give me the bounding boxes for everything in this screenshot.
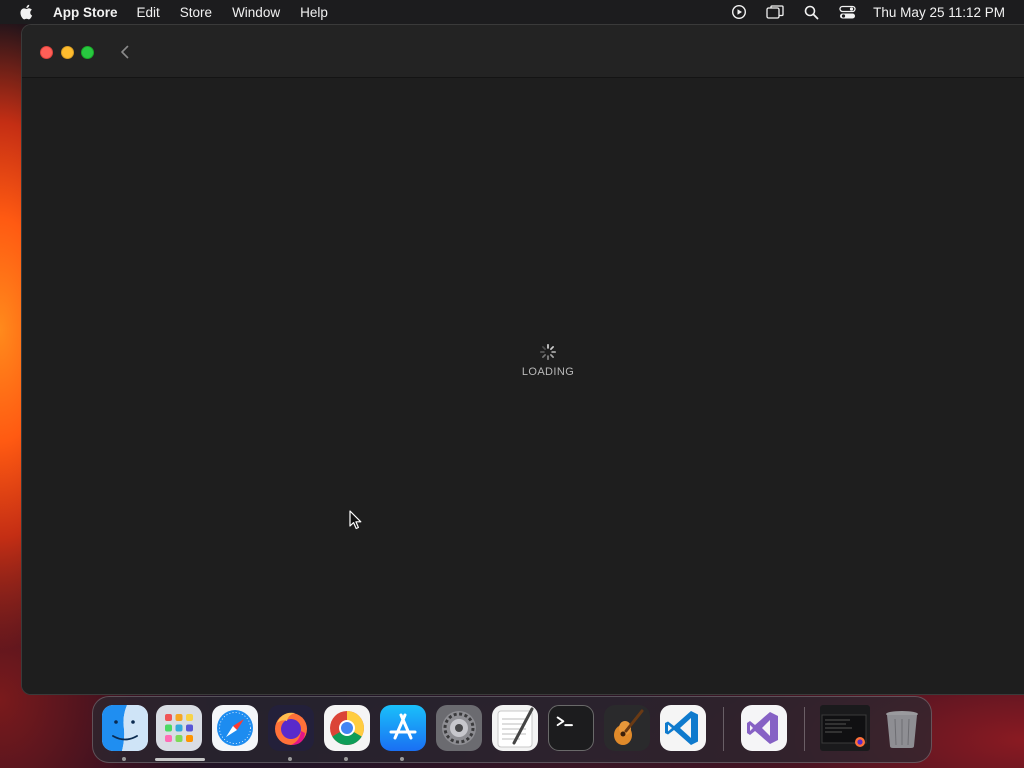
textedit-icon <box>497 707 534 748</box>
garageband-icon <box>614 709 644 745</box>
dock-item-launchpad[interactable] <box>156 705 202 751</box>
chevron-left-icon <box>121 45 129 59</box>
menu-window[interactable]: Window <box>232 5 280 20</box>
dock-separator <box>723 707 724 751</box>
dock-item-textedit[interactable] <box>492 705 538 751</box>
mouse-cursor-icon <box>349 510 362 530</box>
dock-item-app-store[interactable] <box>380 705 426 751</box>
menu-edit[interactable]: Edit <box>137 5 160 20</box>
loading-label: LOADING <box>521 366 575 378</box>
screen-record-icon[interactable] <box>730 4 748 20</box>
vscode-icon <box>665 711 698 745</box>
spotlight-search-icon[interactable] <box>802 4 820 20</box>
apple-icon[interactable] <box>18 3 36 21</box>
window-content: LOADING <box>22 78 1024 694</box>
running-indicator <box>288 757 292 761</box>
dock-item-chrome[interactable] <box>324 705 370 751</box>
safari-icon <box>217 710 253 746</box>
trash-icon <box>886 711 918 748</box>
dock-separator <box>804 707 805 751</box>
launching-indicator <box>155 758 205 761</box>
minimized-window-thumbnail-icon <box>821 714 867 747</box>
dock-item-firefox[interactable] <box>268 705 314 751</box>
finder-icon <box>102 705 148 751</box>
running-indicator <box>122 757 126 761</box>
window-titlebar[interactable] <box>22 25 1024 78</box>
launchpad-icon <box>165 714 193 742</box>
menu-bar: App Store Edit Store Window Help Thu May… <box>0 0 1024 24</box>
dock-item-vscode[interactable] <box>660 705 706 751</box>
visual-studio-icon <box>747 712 778 744</box>
menu-app-name[interactable]: App Store <box>53 5 118 20</box>
running-indicator <box>344 757 348 761</box>
screen-mirroring-icon[interactable] <box>766 4 784 20</box>
system-settings-icon <box>442 711 476 745</box>
terminal-icon <box>556 716 573 727</box>
back-button[interactable] <box>117 43 133 61</box>
menu-clock[interactable]: Thu May 25 11:12 PM <box>873 5 1005 20</box>
app-store-icon <box>389 713 417 740</box>
close-button[interactable] <box>40 46 53 59</box>
dock-item-trash[interactable] <box>879 705 925 751</box>
dock-item-finder[interactable] <box>102 705 148 751</box>
running-indicator <box>400 757 404 761</box>
dock-item-minimized-window[interactable] <box>820 705 870 751</box>
dock-item-terminal[interactable] <box>548 705 594 751</box>
loading-indicator: LOADING <box>508 343 588 378</box>
dock-item-system-settings[interactable] <box>436 705 482 751</box>
menu-help[interactable]: Help <box>300 5 328 20</box>
chrome-icon <box>330 711 364 745</box>
menu-store[interactable]: Store <box>180 5 212 20</box>
control-center-icon[interactable] <box>838 4 856 20</box>
status-area: Thu May 25 11:12 PM <box>712 0 1005 24</box>
firefox-icon <box>275 712 307 745</box>
spinner-icon <box>539 343 557 361</box>
dock-item-garageband[interactable] <box>604 705 650 751</box>
dock-item-safari[interactable] <box>212 705 258 751</box>
zoom-button[interactable] <box>81 46 94 59</box>
dock-item-visual-studio[interactable] <box>741 705 787 751</box>
app-store-window: LOADING <box>21 24 1024 695</box>
dock <box>92 696 932 763</box>
minimize-button[interactable] <box>61 46 74 59</box>
